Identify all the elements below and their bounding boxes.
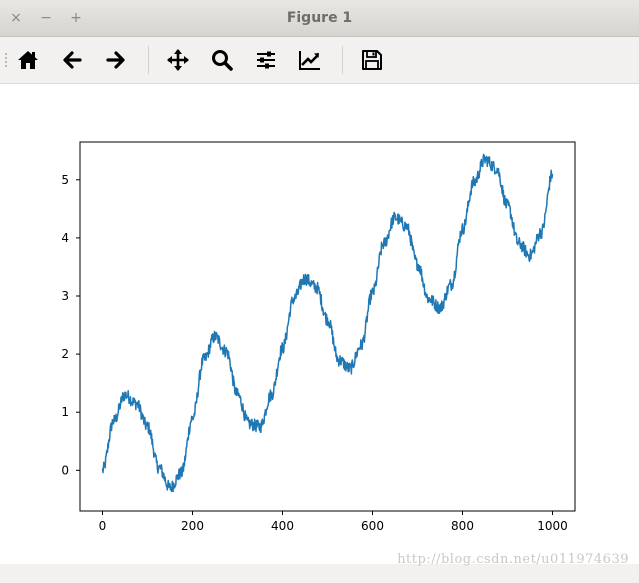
forward-button[interactable] [101, 45, 131, 75]
zoom-button[interactable] [207, 45, 237, 75]
navigation-toolbar [0, 37, 639, 84]
subplots-button[interactable] [251, 45, 281, 75]
home-button[interactable] [13, 45, 43, 75]
x-tick-label: 600 [361, 519, 384, 533]
x-tick-label: 200 [181, 519, 204, 533]
title-bar: × − + Figure 1 [0, 0, 639, 37]
y-tick-label: 1 [61, 405, 69, 419]
figure-canvas[interactable]: 0 200 400 600 800 1000 0 1 2 3 4 5 [0, 84, 639, 563]
line-chart: 0 200 400 600 800 1000 0 1 2 3 4 5 [61, 141, 576, 533]
toolbar-grip[interactable] [4, 52, 8, 68]
series-line [101, 153, 554, 493]
y-tick-label: 3 [61, 289, 69, 303]
toolbar-separator [342, 46, 343, 74]
edit-axis-button[interactable] [295, 45, 325, 75]
x-tick-label: 800 [451, 519, 474, 533]
edit-axis-icon [299, 51, 320, 70]
zoom-icon [212, 50, 233, 71]
x-tick-label: 1000 [537, 519, 568, 533]
x-tick-label: 0 [99, 519, 107, 533]
back-button[interactable] [57, 45, 87, 75]
y-tick-label: 5 [61, 173, 69, 187]
y-tick-label: 4 [61, 231, 69, 245]
window-title: Figure 1 [286, 10, 353, 26]
save-icon [362, 50, 382, 70]
pan-icon [167, 49, 189, 71]
forward-arrow-icon [106, 51, 125, 69]
save-button[interactable] [357, 45, 387, 75]
watermark-text: http://blog.csdn.net/u011974639 [397, 552, 629, 567]
subplots-icon [257, 51, 275, 69]
x-tick-label: 400 [271, 519, 294, 533]
back-arrow-icon [63, 51, 82, 69]
pan-button[interactable] [163, 45, 193, 75]
toolbar-separator [148, 46, 149, 74]
y-tick-label: 0 [61, 463, 69, 477]
y-tick-label: 2 [61, 347, 69, 361]
home-icon [18, 51, 38, 69]
